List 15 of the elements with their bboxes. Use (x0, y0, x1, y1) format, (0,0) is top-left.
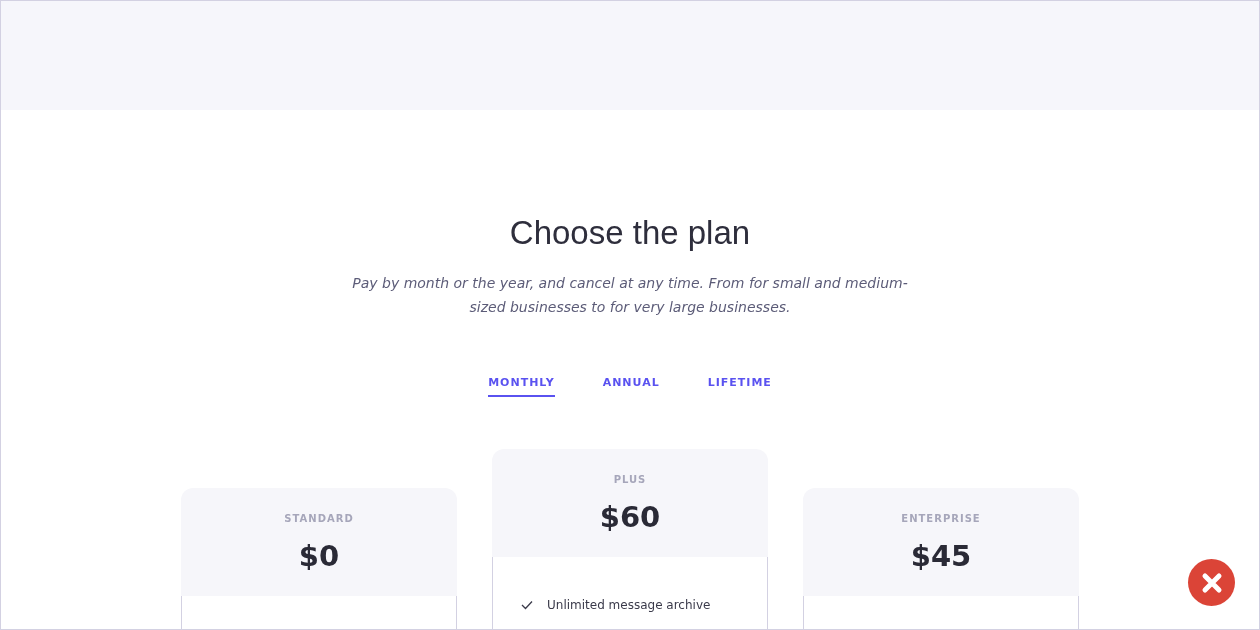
page-title: Choose the plan (509, 213, 751, 253)
plan-name: PLUS (613, 473, 647, 487)
billing-tab[interactable]: MONTHLY (488, 376, 555, 397)
page-subtitle: Pay by month or the year, and cancel at any time. From for small and medium-sized businesses to for very large businesses. (351, 274, 909, 317)
plan-price: $60 (599, 499, 661, 535)
plan-price: $0 (298, 538, 340, 574)
close-button[interactable] (1188, 559, 1235, 606)
plan-price: $45 (910, 538, 972, 574)
plan-name: ENTERPRISE (901, 512, 981, 526)
billing-tab[interactable]: LIFETIME (707, 376, 772, 397)
billing-tab[interactable]: ANNUAL (602, 376, 660, 397)
feature-text: Unlimited message archive (547, 597, 711, 613)
plan-name: STANDARD (284, 512, 354, 526)
check-icon (521, 600, 533, 610)
close-icon (1200, 571, 1223, 594)
